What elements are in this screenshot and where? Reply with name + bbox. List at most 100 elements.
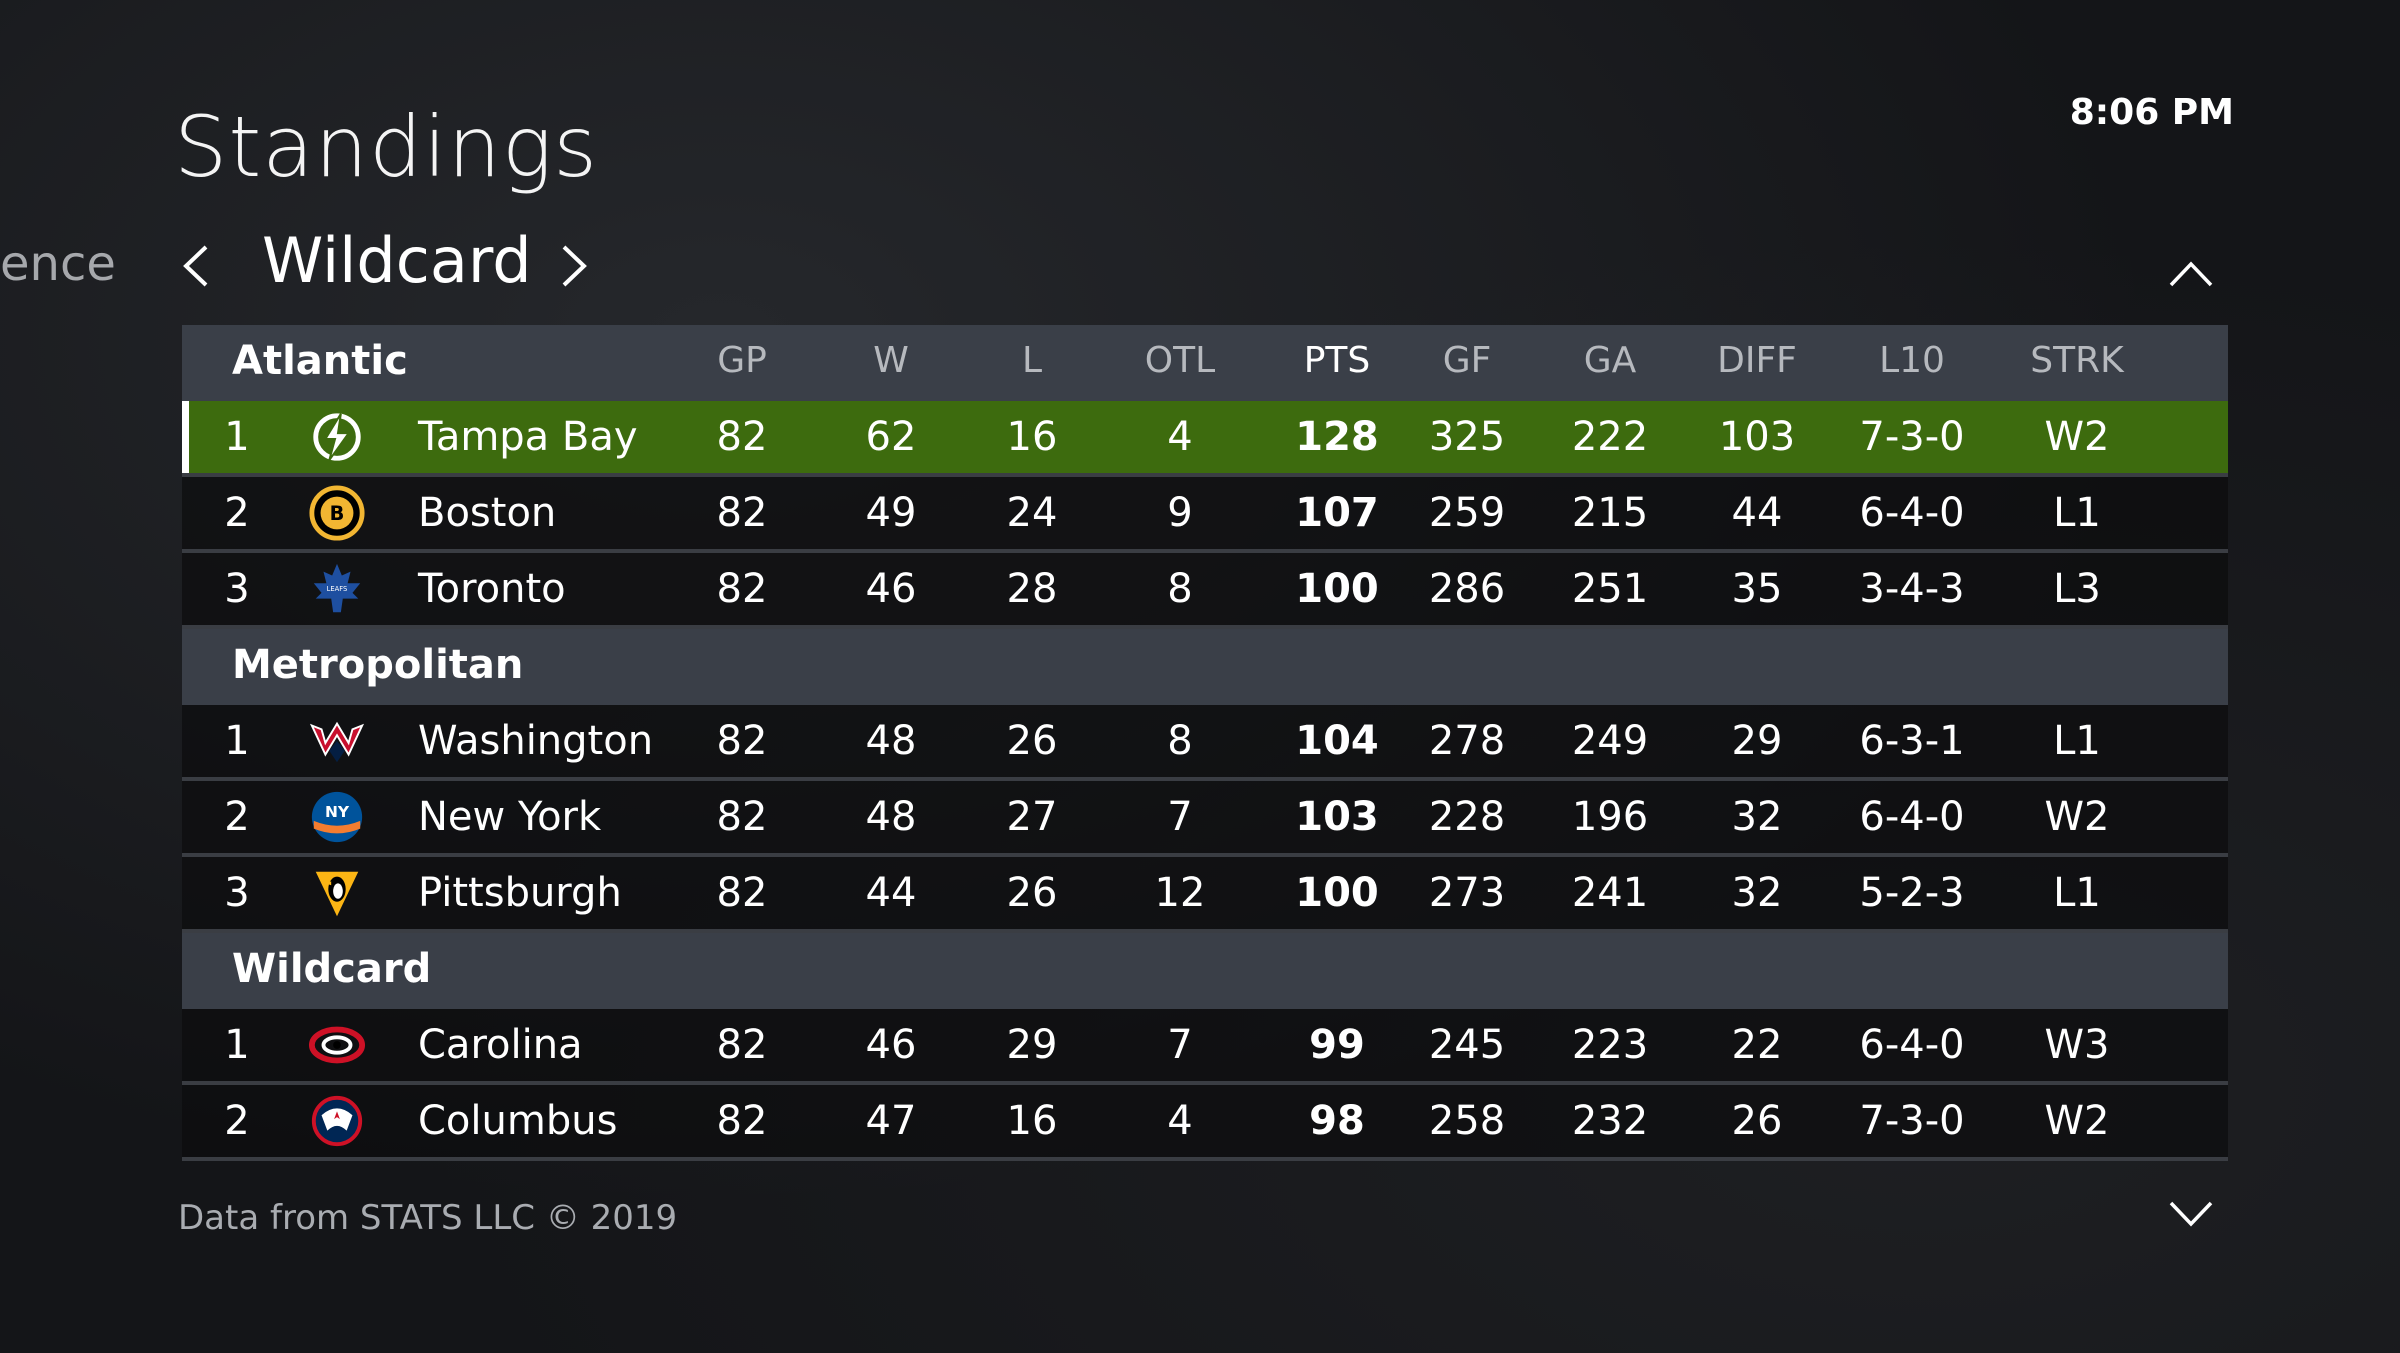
maple-leafs-logo-icon: LEAFS [302, 553, 372, 625]
table-row[interactable]: 2 B Boston 82 49 24 9 107 259 215 44 6-4-0 L1 [182, 477, 2228, 553]
team-name: Pittsburgh [418, 870, 622, 916]
stat-l10: 6-4-0 [1859, 1022, 1965, 1068]
stat-ga: 232 [1571, 1098, 1649, 1144]
stat-gf: 259 [1428, 490, 1506, 536]
svg-text:LEAFS: LEAFS [327, 585, 348, 593]
stat-ga: 241 [1571, 870, 1649, 916]
stat-l: 26 [1006, 718, 1058, 764]
stat-gp: 82 [716, 1022, 768, 1068]
division-header-atlantic: Atlantic GP W L OTL PTS GF GA DIFF L10 STRK [182, 325, 2228, 401]
stat-diff: 22 [1731, 1022, 1783, 1068]
stat-w: 62 [865, 414, 917, 460]
stat-l10: 3-4-3 [1859, 566, 1965, 612]
stat-w: 48 [865, 794, 917, 840]
table-row[interactable]: 3 Pittsburgh 82 44 26 12 100 273 241 32 5-2-3 L1 [182, 857, 2228, 933]
team-rank: 3 [224, 870, 250, 916]
chevron-right-icon[interactable] [550, 238, 600, 294]
stat-diff: 32 [1731, 870, 1783, 916]
division-name: Metropolitan [232, 642, 524, 688]
svg-text:B: B [330, 502, 345, 525]
stat-l: 27 [1006, 794, 1058, 840]
standings-screen: Standings 8:06 PM ence Wildcard Atlantic… [0, 0, 2400, 1353]
stat-diff: 103 [1718, 414, 1796, 460]
stat-gp: 82 [716, 414, 768, 460]
division-header-metropolitan: Metropolitan [182, 629, 2228, 705]
header-otl: OTL [1144, 340, 1216, 381]
team-rank: 2 [224, 1098, 250, 1144]
team-rank: 2 [224, 794, 250, 840]
stat-l10: 6-4-0 [1859, 794, 1965, 840]
bruins-logo-icon: B [302, 477, 372, 549]
stat-otl: 4 [1167, 414, 1193, 460]
division-header-wildcard: Wildcard [182, 933, 2228, 1009]
stat-l: 24 [1006, 490, 1058, 536]
stat-l: 29 [1006, 1022, 1058, 1068]
stat-strk: W2 [2044, 1098, 2110, 1144]
stat-gf: 325 [1428, 414, 1506, 460]
stat-otl: 9 [1167, 490, 1193, 536]
stat-ga: 251 [1571, 566, 1649, 612]
stat-pts: 100 [1295, 870, 1379, 916]
header-l: L [1021, 340, 1043, 381]
chevron-left-icon[interactable] [170, 238, 220, 294]
stat-gf: 258 [1428, 1098, 1506, 1144]
team-rank: 1 [224, 1022, 250, 1068]
scroll-down-icon[interactable] [2166, 1196, 2216, 1232]
team-rank: 2 [224, 490, 250, 536]
stat-w: 48 [865, 718, 917, 764]
stat-otl: 7 [1167, 794, 1193, 840]
stat-ga: 223 [1571, 1022, 1649, 1068]
table-row[interactable]: 2 Columbus 82 47 16 4 98 258 232 26 7-3-0 W2 [182, 1085, 2228, 1161]
stat-gf: 245 [1428, 1022, 1506, 1068]
team-name: Tampa Bay [418, 414, 638, 460]
header-gp: GP [717, 340, 767, 381]
stat-gf: 273 [1428, 870, 1506, 916]
table-row[interactable]: 3 LEAFS Toronto 82 46 28 8 100 286 251 35 3-4-3 L3 [182, 553, 2228, 629]
team-name: Toronto [418, 566, 566, 612]
stat-strk: W2 [2044, 794, 2110, 840]
tab-previous[interactable]: ence [0, 236, 116, 292]
header-diff: DIFF [1717, 340, 1797, 381]
stat-pts: 100 [1295, 566, 1379, 612]
stat-l: 28 [1006, 566, 1058, 612]
header-strk: STRK [2030, 340, 2124, 381]
team-name: Washington [418, 718, 654, 764]
stat-gp: 82 [716, 718, 768, 764]
page-title: Standings [174, 98, 599, 196]
stat-pts: 107 [1295, 490, 1379, 536]
stat-strk: W2 [2044, 414, 2110, 460]
stat-strk: L1 [2053, 718, 2101, 764]
tab-current[interactable]: Wildcard [262, 224, 532, 297]
team-name: Columbus [418, 1098, 618, 1144]
table-row[interactable]: 1 Tampa Bay 82 62 16 4 128 325 222 103 7-3-0 W2 [182, 401, 2228, 477]
scroll-up-icon[interactable] [2166, 256, 2216, 292]
stat-strk: L1 [2053, 490, 2101, 536]
stat-ga: 222 [1571, 414, 1649, 460]
stat-diff: 26 [1731, 1098, 1783, 1144]
stat-l: 26 [1006, 870, 1058, 916]
stat-pts: 99 [1309, 1022, 1365, 1068]
stat-w: 47 [865, 1098, 917, 1144]
stat-strk: W3 [2044, 1022, 2110, 1068]
stat-l10: 7-3-0 [1859, 414, 1965, 460]
stat-gf: 228 [1428, 794, 1506, 840]
stat-gp: 82 [716, 490, 768, 536]
table-row[interactable]: 2 NY New York 82 48 27 7 103 228 196 32 6-4-0 W2 [182, 781, 2228, 857]
header-gf: GF [1442, 340, 1492, 381]
stat-w: 44 [865, 870, 917, 916]
stat-pts: 98 [1309, 1098, 1365, 1144]
team-rank: 1 [224, 414, 250, 460]
table-row[interactable]: 1 Washington 82 48 26 8 104 278 249 29 6-3-1 L1 [182, 705, 2228, 781]
stat-diff: 35 [1731, 566, 1783, 612]
stat-gp: 82 [716, 794, 768, 840]
hurricanes-logo-icon [302, 1009, 372, 1081]
team-rank: 3 [224, 566, 250, 612]
team-rank: 1 [224, 718, 250, 764]
header-pts: PTS [1303, 340, 1371, 381]
stat-l: 16 [1006, 414, 1058, 460]
header-w: W [873, 340, 909, 381]
header-ga: GA [1583, 340, 1637, 381]
stat-gp: 82 [716, 566, 768, 612]
table-row[interactable]: 1 Carolina 82 46 29 7 99 245 223 22 6-4-0 W3 [182, 1009, 2228, 1085]
stat-ga: 215 [1571, 490, 1649, 536]
